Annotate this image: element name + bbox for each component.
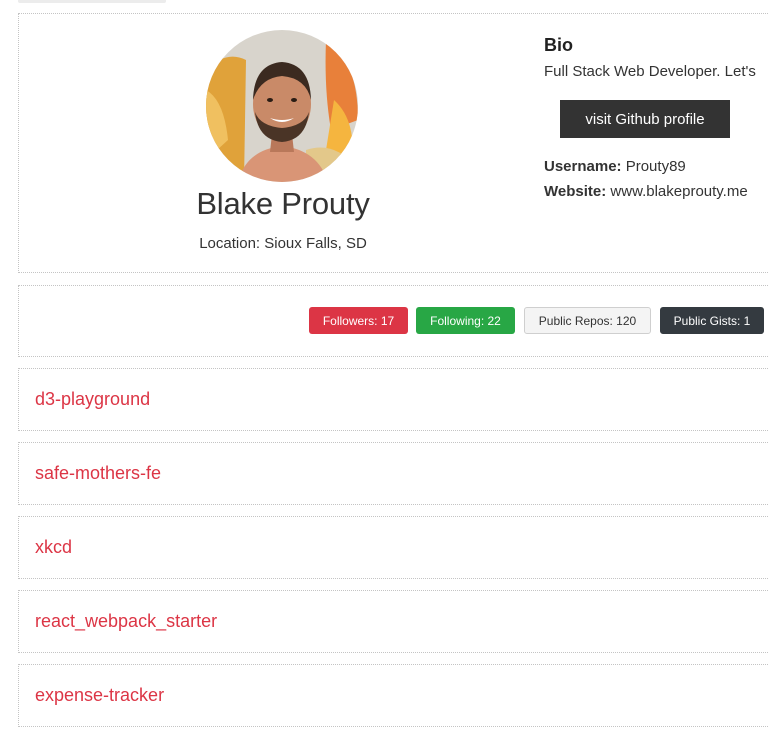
website-line: Website: www.blakeprouty.me: [544, 183, 748, 200]
repo-link[interactable]: d3-playground: [35, 389, 150, 410]
repo-card: xkcd: [18, 516, 768, 579]
username-value: Prouty89: [625, 158, 686, 175]
bio-text: Full Stack Web Developer. Let's: [544, 63, 756, 80]
bio-heading: Bio: [544, 35, 573, 55]
repo-link[interactable]: safe-mothers-fe: [35, 463, 161, 484]
visit-github-profile-button[interactable]: visit Github profile: [560, 100, 730, 138]
stats-card: Followers: 17 Following: 22 Public Repos…: [18, 285, 768, 357]
public-gists-badge: Public Gists: 1: [660, 307, 764, 334]
repo-card: d3-playground: [18, 368, 768, 431]
profile-card: Blake Prouty Location: Sioux Falls, SD B…: [18, 13, 768, 273]
repo-card: react_webpack_starter: [18, 590, 768, 653]
avatar-image: [206, 30, 358, 182]
public-repos-badge: Public Repos: 120: [524, 307, 651, 334]
username-label: Username:: [544, 158, 622, 175]
avatar: [206, 30, 358, 182]
repo-link[interactable]: expense-tracker: [35, 685, 164, 706]
website-label: Website:: [544, 183, 607, 200]
following-badge: Following: 22: [416, 307, 515, 334]
repo-card: expense-tracker: [18, 664, 768, 727]
repo-link[interactable]: xkcd: [35, 537, 72, 558]
website-value: www.blakeprouty.me: [610, 183, 748, 200]
repo-link[interactable]: react_webpack_starter: [35, 611, 217, 632]
profile-location: Location: Sioux Falls, SD: [199, 235, 367, 252]
repo-card: safe-mothers-fe: [18, 442, 768, 505]
top-tab-fragment: [18, 0, 166, 3]
profile-name: Blake Prouty: [196, 186, 370, 221]
followers-badge: Followers: 17: [309, 307, 408, 334]
username-line: Username: Prouty89: [544, 158, 686, 175]
